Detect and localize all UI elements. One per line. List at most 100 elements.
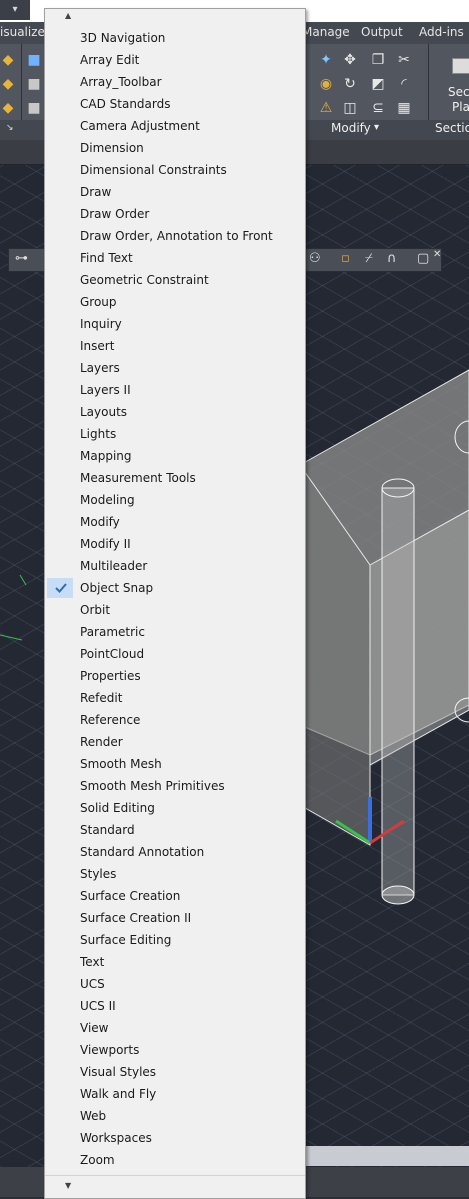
section-panel-title[interactable]: Section — [435, 121, 469, 135]
section-plane-icon[interactable] — [452, 58, 469, 74]
menu-item[interactable]: Parametric — [45, 621, 305, 643]
check-slot — [47, 292, 73, 312]
snap-nearest-icon[interactable]: ⌿ — [365, 252, 373, 266]
menu-item[interactable]: Array_Toolbar — [45, 71, 305, 93]
check-slot — [47, 204, 73, 224]
menu-item[interactable]: CAD Standards — [45, 93, 305, 115]
snap-node-icon[interactable]: ▫ — [341, 252, 350, 266]
menu-item-label: Mapping — [80, 449, 132, 463]
osnap-settings-icon[interactable]: ▢ — [417, 252, 429, 266]
menu-item[interactable]: Insert — [45, 335, 305, 357]
fillet-icon[interactable]: ◜ — [396, 76, 412, 92]
menu-item[interactable]: Object Snap — [45, 577, 305, 599]
check-slot — [47, 468, 73, 488]
menu-item[interactable]: Draw Order, Annotation to Front — [45, 225, 305, 247]
render-icon[interactable]: ■ — [26, 52, 42, 68]
menu-item[interactable]: Properties — [45, 665, 305, 687]
menu-item[interactable]: 3D Navigation — [45, 27, 305, 49]
lights-icon[interactable]: ◆ — [0, 52, 16, 68]
align-3d-icon[interactable]: ⚠ — [318, 100, 334, 116]
menu-item[interactable]: Geometric Constraint — [45, 269, 305, 291]
view-icon[interactable]: ■ — [26, 76, 42, 92]
menu-item-label: Orbit — [80, 603, 111, 617]
menu-item[interactable]: Draw — [45, 181, 305, 203]
move-icon[interactable]: ✥ — [342, 52, 358, 68]
rotate-icon[interactable]: ↻ — [342, 76, 358, 92]
tab-add-ins[interactable]: Add-ins — [419, 25, 464, 39]
viewport-icon[interactable]: ■ — [26, 100, 42, 116]
menu-item[interactable]: Multileader — [45, 555, 305, 577]
menu-item-label: Layouts — [80, 405, 128, 419]
menu-item[interactable]: Group — [45, 291, 305, 313]
menu-item[interactable]: Standard — [45, 819, 305, 841]
menu-item[interactable]: Surface Creation II — [45, 907, 305, 929]
menu-item[interactable]: Surface Creation — [45, 885, 305, 907]
menu-item[interactable]: Layouts — [45, 401, 305, 423]
menu-item[interactable]: Styles — [45, 863, 305, 885]
menu-item[interactable]: PointCloud — [45, 643, 305, 665]
menu-item[interactable]: Dimensional Constraints — [45, 159, 305, 181]
menu-item[interactable]: View — [45, 1017, 305, 1039]
panel-launcher-icon[interactable]: ↘ — [6, 123, 14, 133]
menu-item[interactable]: Workspaces — [45, 1127, 305, 1149]
stretch-icon[interactable]: ⊆ — [370, 100, 386, 116]
menu-item[interactable]: Lights — [45, 423, 305, 445]
menu-item[interactable]: Reference — [45, 709, 305, 731]
menu-item[interactable]: Walk and Fly — [45, 1083, 305, 1105]
menu-item[interactable]: Dimension — [45, 137, 305, 159]
snap-tracking-icon[interactable]: ⚇ — [309, 252, 321, 266]
trim-icon[interactable]: ✂ — [396, 52, 412, 68]
menu-item[interactable]: Viewports — [45, 1039, 305, 1061]
close-icon[interactable]: ✕ — [433, 249, 441, 260]
menu-item[interactable]: Layers — [45, 357, 305, 379]
menu-item[interactable]: Mapping — [45, 445, 305, 467]
scale-icon[interactable]: ◫ — [342, 100, 358, 116]
quick-access-dropdown-button[interactable]: ▾ — [0, 0, 30, 20]
menu-scroll-down[interactable]: ▼ — [45, 1181, 305, 1197]
mirror-icon[interactable]: ◩ — [370, 76, 386, 92]
snap-endpoint-icon[interactable]: ⊶ — [15, 252, 28, 266]
rotate-3d-icon[interactable]: ◉ — [318, 76, 334, 92]
menu-item[interactable]: Web — [45, 1105, 305, 1127]
menu-item[interactable]: Layers II — [45, 379, 305, 401]
move-3d-icon[interactable]: ✦ — [318, 52, 334, 68]
menu-item[interactable]: Surface Editing — [45, 929, 305, 951]
menu-item[interactable]: UCS — [45, 973, 305, 995]
menu-item-label: Object Snap — [80, 581, 154, 595]
menu-item[interactable]: Draw Order — [45, 203, 305, 225]
menu-item[interactable]: Render — [45, 731, 305, 753]
material-icon[interactable]: ◆ — [0, 100, 16, 116]
copy-icon[interactable]: ❐ — [370, 52, 386, 68]
menu-item[interactable]: Visual Styles — [45, 1061, 305, 1083]
menu-item[interactable]: Zoom — [45, 1149, 305, 1171]
snap-none-icon[interactable]: ∩ — [387, 252, 397, 266]
tab-manage[interactable]: Manage — [302, 25, 350, 39]
menu-item[interactable]: Text — [45, 951, 305, 973]
tab-output[interactable]: Output — [361, 25, 403, 39]
check-slot — [47, 776, 73, 796]
menu-item[interactable]: Inquiry — [45, 313, 305, 335]
command-line[interactable] — [300, 1146, 469, 1166]
menu-item[interactable]: Smooth Mesh Primitives — [45, 775, 305, 797]
menu-item[interactable]: Modeling — [45, 489, 305, 511]
menu-item[interactable]: Orbit — [45, 599, 305, 621]
menu-item[interactable]: Modify II — [45, 533, 305, 555]
light-warning-icon[interactable]: ◆ — [0, 76, 16, 92]
tab-visualize[interactable]: isualize — [0, 25, 45, 39]
check-slot — [47, 1018, 73, 1038]
menu-item[interactable]: Refedit — [45, 687, 305, 709]
modify-panel-title[interactable]: Modify — [331, 121, 371, 135]
menu-item[interactable]: Find Text — [45, 247, 305, 269]
menu-item[interactable]: Array Edit — [45, 49, 305, 71]
menu-item[interactable]: Solid Editing — [45, 797, 305, 819]
menu-item[interactable]: Standard Annotation — [45, 841, 305, 863]
menu-item[interactable]: Smooth Mesh — [45, 753, 305, 775]
menu-item[interactable]: Modify — [45, 511, 305, 533]
menu-item[interactable]: Measurement Tools — [45, 467, 305, 489]
chevron-down-icon[interactable]: ▾ — [374, 122, 379, 133]
check-slot — [47, 1062, 73, 1082]
array-icon[interactable]: ▦ — [396, 100, 412, 116]
menu-item[interactable]: UCS II — [45, 995, 305, 1017]
menu-scroll-up[interactable]: ▲ — [45, 11, 305, 27]
menu-item[interactable]: Camera Adjustment — [45, 115, 305, 137]
